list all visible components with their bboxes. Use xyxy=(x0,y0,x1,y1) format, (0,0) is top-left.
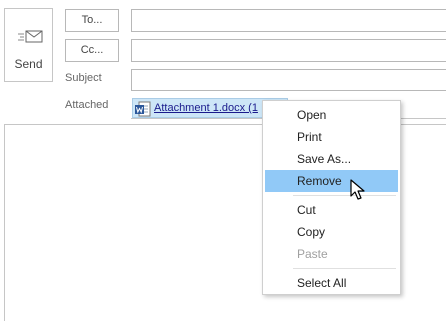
compose-window: Send To... Cc... Subject Attached Attach… xyxy=(0,0,446,321)
cc-field[interactable] xyxy=(131,39,446,62)
attachment-context-menu: Open Print Save As... Remove Cut Copy Pa… xyxy=(262,100,401,295)
attachment-filename[interactable]: Attachment 1.docx (1 xyxy=(154,102,258,114)
send-label: Send xyxy=(14,57,43,71)
mouse-cursor-icon xyxy=(350,179,365,200)
to-field[interactable] xyxy=(131,9,446,32)
word-document-icon xyxy=(135,101,151,117)
send-button[interactable]: Send xyxy=(4,8,53,82)
menu-item-save-as[interactable]: Save As... xyxy=(265,148,398,170)
attached-label: Attached xyxy=(65,99,109,111)
menu-item-copy[interactable]: Copy xyxy=(265,221,398,243)
menu-item-remove[interactable]: Remove xyxy=(265,170,398,192)
menu-item-print[interactable]: Print xyxy=(265,126,398,148)
subject-label: Subject xyxy=(65,72,102,84)
cc-button[interactable]: Cc... xyxy=(65,39,119,62)
menu-separator xyxy=(293,268,396,269)
menu-item-select-all[interactable]: Select All xyxy=(265,272,398,294)
menu-separator xyxy=(293,195,396,196)
menu-item-paste: Paste xyxy=(297,247,328,261)
menu-item-open[interactable]: Open xyxy=(265,104,398,126)
subject-field[interactable] xyxy=(131,69,446,91)
menu-item-cut[interactable]: Cut xyxy=(265,199,398,221)
to-button[interactable]: To... xyxy=(65,9,119,32)
send-mail-icon xyxy=(18,30,43,43)
